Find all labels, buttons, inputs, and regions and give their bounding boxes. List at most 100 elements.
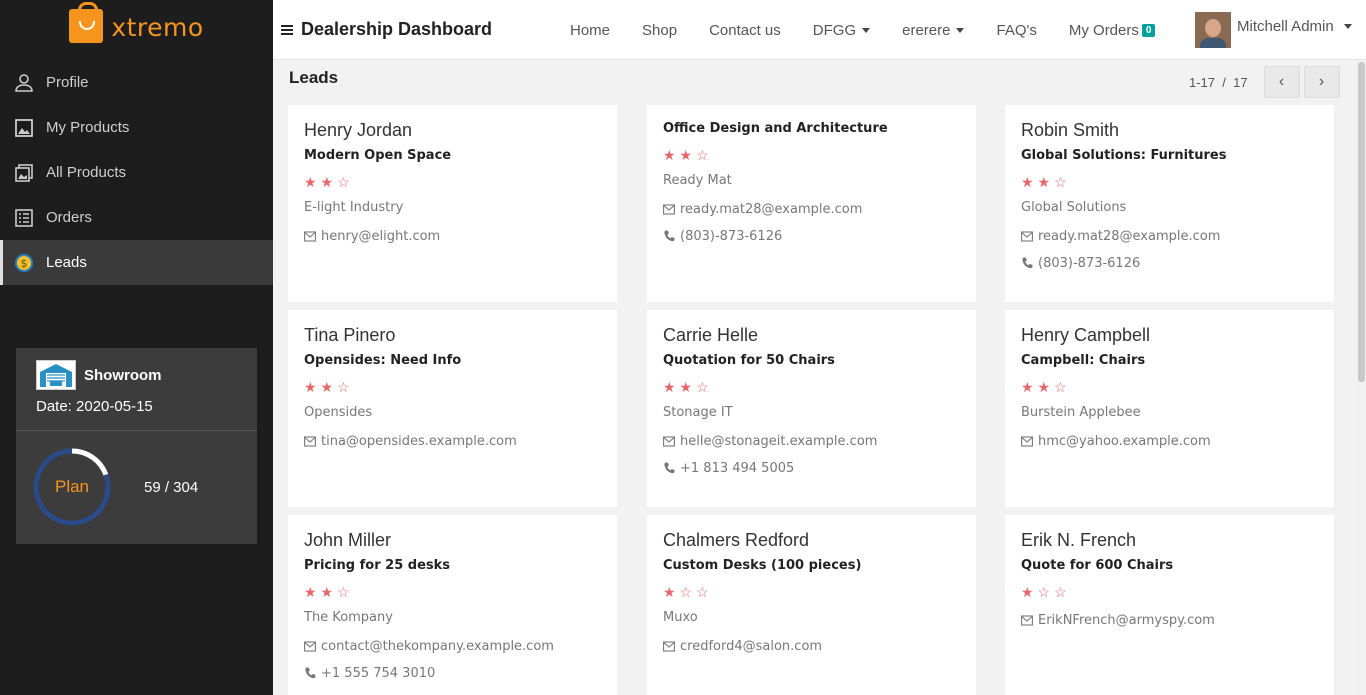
orders-count-badge: 0 [1141, 23, 1156, 37]
lead-card[interactable]: Carrie Helle Quotation for 50 Chairs ★★☆ St… [647, 310, 976, 507]
image-icon [14, 118, 34, 138]
lead-email: henry@elight.com [321, 228, 441, 244]
user-menu[interactable]: Mitchell Admin [1195, 12, 1352, 48]
sidebar-item-my-products[interactable]: My Products [0, 105, 273, 150]
lead-card[interactable]: Office Design and Architecture ★★☆ Ready M… [647, 105, 976, 302]
hamburger-menu-icon[interactable] [281, 24, 293, 35]
lead-title: Quote for 600 Chairs [1021, 558, 1174, 573]
sidebar-item-label: All Products [46, 164, 127, 181]
nav-faqs[interactable]: FAQ's [996, 22, 1036, 39]
lead-contact-name: Tina Pinero [304, 325, 396, 345]
priority-stars[interactable]: ★☆☆ [1021, 584, 1318, 602]
pager: 1-17 / 17 ‹ › [1189, 66, 1340, 98]
lead-email: credford4@salon.com [680, 638, 823, 654]
pager-next-button[interactable]: › [1303, 66, 1340, 98]
nav-home[interactable]: Home [570, 22, 610, 39]
lead-title: Global Solutions: Furnitures [1021, 148, 1227, 163]
lead-title: Office Design and Architecture [663, 121, 888, 136]
lead-company: Muxo [663, 610, 698, 625]
pager-total: 17 [1233, 74, 1248, 90]
lead-email-row: tina@opensides.example.com [304, 432, 601, 450]
plan-progress-ring: Plan [32, 447, 112, 527]
nav-ererere-dropdown[interactable]: ererere [902, 22, 965, 39]
sidebar-item-leads[interactable]: $ Leads [0, 240, 273, 285]
priority-stars[interactable]: ★★☆ [663, 147, 960, 165]
priority-stars[interactable]: ★★☆ [663, 379, 960, 397]
envelope-icon [663, 640, 675, 652]
lead-title: Modern Open Space [304, 148, 452, 163]
user-name: Mitchell Admin [1237, 17, 1334, 35]
pager-prev-button[interactable]: ‹ [1263, 66, 1300, 98]
lead-card[interactable]: Tina Pinero Opensides: Need Info ★★☆ Opensi… [288, 310, 617, 507]
priority-stars[interactable]: ★★☆ [304, 174, 601, 192]
nav-shop-label: Shop [642, 21, 678, 39]
plan-count: 59 / 304 [144, 478, 199, 496]
lead-contact-name: Carrie Helle [663, 325, 759, 345]
priority-stars[interactable]: ★★☆ [1021, 174, 1318, 192]
nav-shop[interactable]: Shop [642, 22, 677, 39]
lead-card[interactable]: John Miller Pricing for 25 desks ★★☆ The Ko… [288, 515, 617, 695]
lead-company: Stonage IT [663, 405, 733, 420]
lead-email: tina@opensides.example.com [321, 433, 517, 449]
lead-email: contact@thekompany.example.com [321, 638, 554, 654]
lead-title: Opensides: Need Info [304, 353, 462, 368]
garage-icon [36, 360, 76, 390]
nav-dfgg-dropdown[interactable]: DFGG [812, 21, 871, 39]
nav-my-orders[interactable]: My Orders 0 [1069, 22, 1156, 39]
nav-home-label: Home [570, 21, 611, 39]
sidebar-item-all-products[interactable]: All Products [0, 150, 273, 195]
lead-company: Global Solutions [1021, 200, 1127, 215]
nav-my-orders-label: My Orders [1068, 21, 1139, 39]
lead-phone: (803)-873-6126 [1038, 255, 1141, 271]
shopping-bag-icon [69, 2, 104, 43]
plan-label: Plan [54, 477, 90, 496]
scrollbar[interactable] [1357, 60, 1366, 695]
lead-card[interactable]: Chalmers Redford Custom Desks (100 pieces… [647, 515, 976, 695]
nav-dfgg-label: DFGG [812, 21, 857, 39]
phone-icon [304, 667, 316, 679]
lead-phone-row: +1 555 754 3010 [304, 664, 601, 682]
caret-down-icon [956, 27, 965, 33]
sidebar-item-profile[interactable]: Profile [0, 60, 273, 105]
caret-down-icon [862, 27, 871, 33]
chevron-left-icon: ‹ [1278, 73, 1285, 90]
phone-icon [1021, 257, 1033, 269]
lead-contact-name: Henry Jordan [304, 120, 413, 140]
priority-stars[interactable]: ★☆☆ [663, 584, 960, 602]
lead-title: Quotation for 50 Chairs [663, 353, 835, 368]
nav-contact-us[interactable]: Contact us [709, 22, 781, 39]
caret-down-icon [1343, 23, 1352, 29]
top-nav: Home Shop Contact us DFGG ererere FAQ's … [570, 0, 1187, 60]
priority-stars[interactable]: ★★☆ [304, 379, 601, 397]
showroom-title: Showroom [84, 366, 162, 384]
svg-text:$: $ [21, 257, 28, 270]
sidebar: xtremo Profile My Products All Products … [0, 0, 273, 695]
lead-contact-name: John Miller [304, 530, 392, 550]
section-title: Leads [289, 68, 339, 87]
sidebar-item-orders[interactable]: Orders [0, 195, 273, 240]
sidebar-nav: Profile My Products All Products Orders … [0, 60, 273, 285]
lead-contact-name: Robin Smith [1021, 120, 1120, 140]
lead-contact-name: Erik N. French [1021, 530, 1137, 550]
lead-card[interactable]: Robin Smith Global Solutions: Furnitures ★… [1005, 105, 1334, 302]
lead-email: ready.mat28@example.com [680, 201, 863, 217]
lead-card[interactable]: Henry Jordan Modern Open Space ★★☆ E-light … [288, 105, 617, 302]
lead-card[interactable]: Henry Campbell Campbell: Chairs ★★☆ Burstei… [1005, 310, 1334, 507]
priority-stars[interactable]: ★★☆ [1021, 379, 1318, 397]
lead-phone-row: (803)-873-6126 [1021, 254, 1318, 272]
lead-title: Pricing for 25 desks [304, 558, 451, 573]
lead-card[interactable]: Erik N. French Quote for 600 Chairs ★☆☆ Eri… [1005, 515, 1334, 695]
envelope-icon [304, 640, 316, 652]
lead-phone: (803)-873-6126 [680, 228, 783, 244]
envelope-icon [663, 203, 675, 215]
lead-title: Campbell: Chairs [1021, 353, 1146, 368]
lead-email-row: credford4@salon.com [663, 637, 960, 655]
priority-stars[interactable]: ★★☆ [304, 584, 601, 602]
user-icon [14, 73, 34, 93]
sidebar-item-label: Profile [46, 74, 89, 91]
logo[interactable]: xtremo [0, 0, 273, 60]
scrollbar-thumb[interactable] [1358, 62, 1365, 382]
envelope-icon [1021, 435, 1033, 447]
lead-company: E-light Industry [304, 200, 404, 215]
lead-phone: +1 555 754 3010 [321, 665, 436, 681]
